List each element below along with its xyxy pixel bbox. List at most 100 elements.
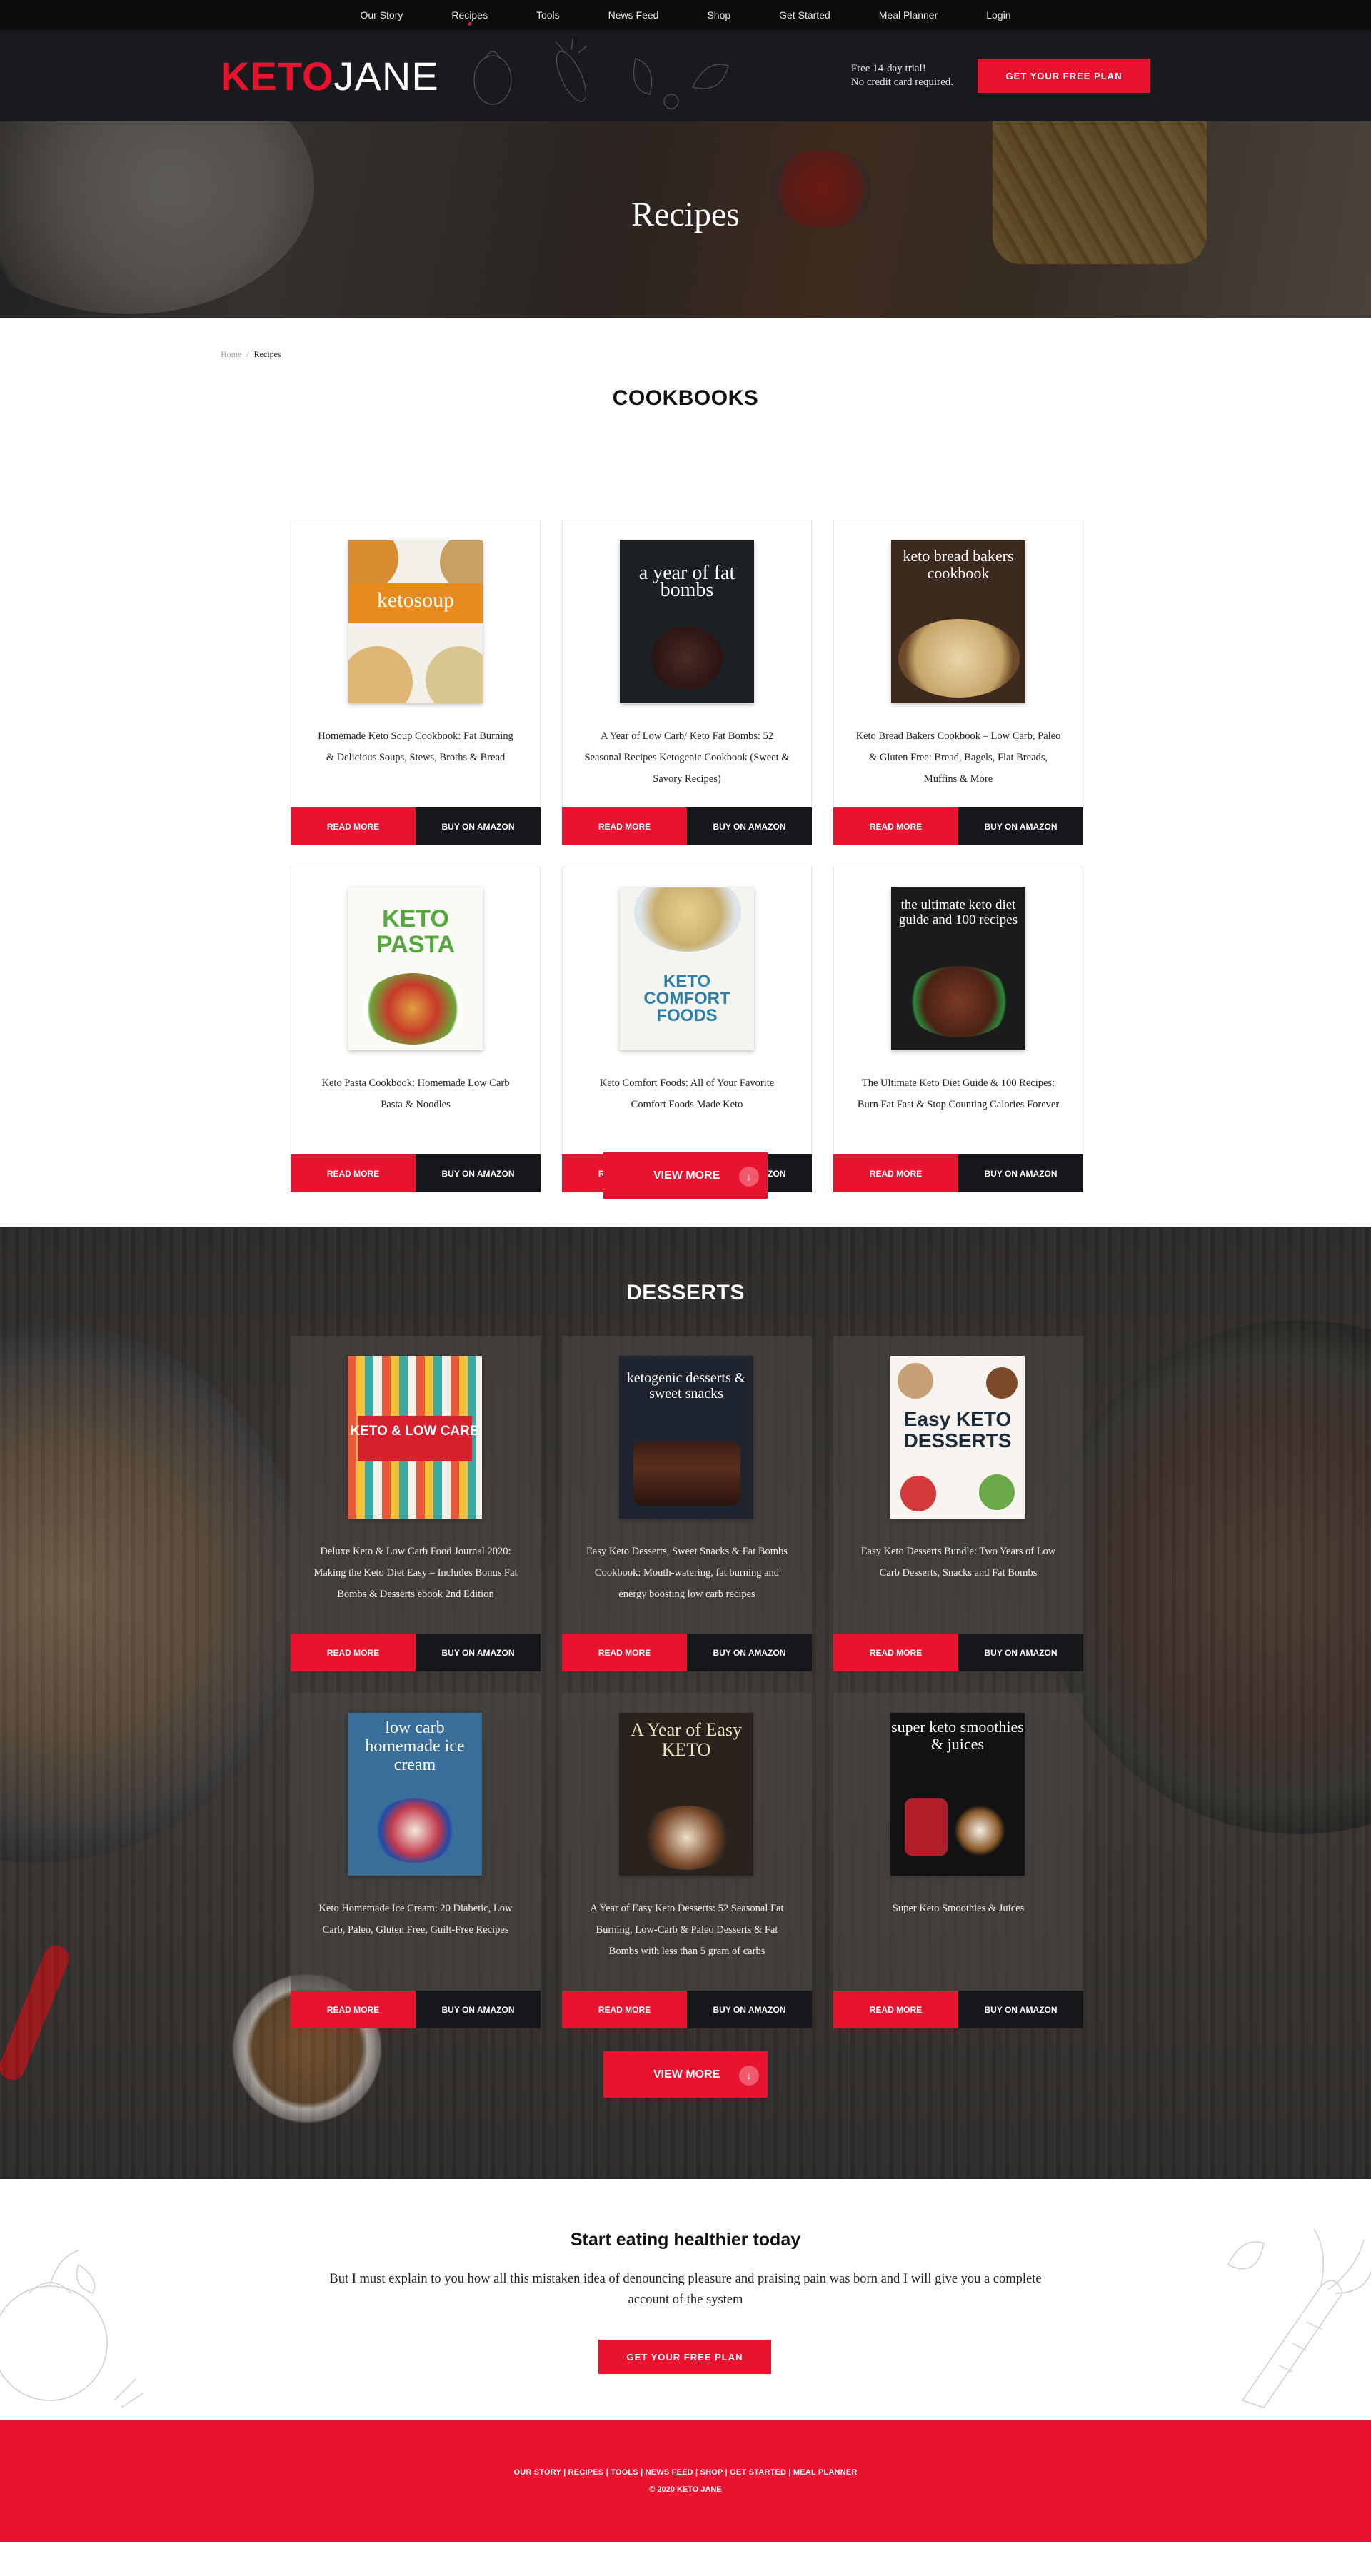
cookbooks-view-more-button[interactable]: VIEW MORE ↓ <box>603 1152 768 1199</box>
book-card: ketogenic desserts & sweet snacks Easy K… <box>562 1336 812 1671</box>
trial-text: Free 14-day trial! No credit card requir… <box>851 62 953 89</box>
book-cover[interactable]: super keto smoothies & juices <box>890 1713 1025 1876</box>
cover-text: ketosoup <box>376 588 455 612</box>
book-cover[interactable]: keto bread bakers cookbook <box>891 540 1025 703</box>
book-card: low carb homemade ice cream Keto Homemad… <box>291 1693 541 2028</box>
cover-text: A Year of Easy KETO <box>631 1719 742 1760</box>
cta-body: But I must explain to you how all this m… <box>329 2272 1042 2307</box>
read-more-button[interactable]: READ MORE <box>291 1991 416 2028</box>
read-more-button[interactable]: READ MORE <box>562 807 687 845</box>
read-more-button[interactable]: READ MORE <box>833 1991 958 2028</box>
book-cover[interactable]: low carb homemade ice cream <box>348 1713 482 1876</box>
book-title: The Ultimate Keto Diet Guide & 100 Recip… <box>857 1077 1060 1110</box>
desserts-title: DESSERTS <box>626 1281 745 1304</box>
buy-on-amazon-button[interactable]: BUY ON AMAZON <box>687 1991 812 2028</box>
read-more-button[interactable]: READ MORE <box>291 807 416 845</box>
logo-jane: JANE <box>333 53 439 99</box>
nav-tools[interactable]: Tools <box>512 9 584 21</box>
book-actions: READ MORE BUY ON AMAZON <box>291 807 541 845</box>
nav-get-started[interactable]: Get Started <box>755 9 855 21</box>
read-more-button[interactable]: READ MORE <box>291 1634 416 1671</box>
cover-text: KETO COMFORT FOODS <box>643 972 730 1025</box>
book-cover[interactable]: ketosoup <box>348 540 483 703</box>
nav-shop[interactable]: Shop <box>683 9 755 21</box>
cta-get-free-plan-button[interactable]: GET YOUR FREE PLAN <box>598 2340 771 2374</box>
nav-our-story[interactable]: Our Story <box>336 9 427 21</box>
top-nav: Our Story Recipes Tools News Feed Shop G… <box>0 0 1371 30</box>
trial-line-1: Free 14-day trial! <box>850 63 926 74</box>
cover-text: the ultimate keto diet guide and 100 rec… <box>898 897 1018 927</box>
cta-section: Start eating healthier today But I must … <box>0 2179 1371 2420</box>
buy-on-amazon-button[interactable]: BUY ON AMAZON <box>687 1634 812 1671</box>
logo-keto: KETO <box>221 53 334 99</box>
buy-on-amazon-button[interactable]: BUY ON AMAZON <box>416 1634 541 1671</box>
breadcrumb-separator: / <box>246 349 249 359</box>
nav-meal-planner[interactable]: Meal Planner <box>855 9 963 21</box>
arrow-down-icon: ↓ <box>739 2066 759 2086</box>
book-card: KETO COMFORT FOODS Keto Comfort Foods: A… <box>562 867 812 1192</box>
view-more-label: VIEW MORE <box>653 1169 720 1182</box>
book-cover[interactable]: a year of fat bombs <box>620 540 754 703</box>
arrow-down-icon: ↓ <box>739 1167 759 1187</box>
buy-on-amazon-button[interactable]: BUY ON AMAZON <box>958 1154 1083 1192</box>
read-more-button[interactable]: READ MORE <box>562 1991 687 2028</box>
view-more-label: VIEW MORE <box>653 2068 720 2081</box>
buy-on-amazon-button[interactable]: BUY ON AMAZON <box>958 807 1083 845</box>
buy-on-amazon-button[interactable]: BUY ON AMAZON <box>958 1991 1083 2028</box>
book-actions: READ MORE BUY ON AMAZON <box>291 1991 541 2028</box>
read-more-button[interactable]: READ MORE <box>833 807 958 845</box>
book-actions: READ MORE BUY ON AMAZON <box>562 807 812 845</box>
book-cover[interactable]: ketogenic desserts & sweet snacks <box>619 1356 753 1519</box>
nav-news-feed[interactable]: News Feed <box>584 9 683 21</box>
book-title: Deluxe Keto & Low Carb Food Journal 2020… <box>313 1546 518 1600</box>
cookbooks-title: COOKBOOKS <box>612 386 759 410</box>
get-free-plan-button[interactable]: GET YOUR FREE PLAN <box>978 59 1150 93</box>
book-actions: READ MORE BUY ON AMAZON <box>562 1991 812 2028</box>
desserts-view-more-button[interactable]: VIEW MORE ↓ <box>603 2051 768 2098</box>
book-title: Keto Homemade Ice Cream: 20 Diabetic, Lo… <box>318 1903 513 1936</box>
breadcrumb: Home / Recipes <box>0 318 1371 386</box>
cover-text: keto bread bakers cookbook <box>903 547 1014 582</box>
book-cover[interactable]: the ultimate keto diet guide and 100 rec… <box>891 887 1025 1050</box>
book-card: super keto smoothies & juices Super Keto… <box>833 1693 1083 2028</box>
site-footer: OUR STORY | RECIPES | TOOLS | NEWS FEED … <box>0 2420 1371 2542</box>
book-title: Super Keto Smoothies & Juices <box>892 1903 1025 1914</box>
book-cover[interactable]: KETO COMFORT FOODS <box>620 887 754 1050</box>
cover-text: KETO PASTA <box>376 905 456 958</box>
book-card: a year of fat bombs A Year of Low Carb/ … <box>562 520 812 845</box>
book-title: Keto Comfort Foods: All of Your Favorite… <box>599 1077 775 1110</box>
desserts-section: DESSERTS KETO & LOW CARB Deluxe Keto & L… <box>0 1227 1371 2179</box>
breadcrumb-current: Recipes <box>253 349 281 359</box>
book-card: KETO PASTA Keto Pasta Cookbook: Homemade… <box>291 867 541 1192</box>
buy-on-amazon-button[interactable]: BUY ON AMAZON <box>416 1991 541 2028</box>
buy-on-amazon-button[interactable]: BUY ON AMAZON <box>687 807 812 845</box>
read-more-button[interactable]: READ MORE <box>833 1634 958 1671</box>
book-title: Homemade Keto Soup Cookbook: Fat Burning… <box>318 730 513 763</box>
site-logo[interactable]: KETOJANE <box>221 53 439 99</box>
cta-title: Start eating healthier today <box>570 2230 801 2250</box>
page-title: Recipes <box>631 196 740 233</box>
read-more-button[interactable]: READ MORE <box>562 1634 687 1671</box>
book-card: the ultimate keto diet guide and 100 rec… <box>833 867 1083 1192</box>
book-cover[interactable]: A Year of Easy KETO <box>619 1713 753 1876</box>
book-cover[interactable]: Easy KETO DESSERTS <box>890 1356 1025 1519</box>
cover-text: a year of fat bombs <box>638 562 735 601</box>
book-cover[interactable]: KETO PASTA <box>348 887 483 1050</box>
nav-login[interactable]: Login <box>962 9 1035 21</box>
read-more-button[interactable]: READ MORE <box>291 1154 416 1192</box>
read-more-button[interactable]: READ MORE <box>833 1154 958 1192</box>
book-card: KETO & LOW CARB Deluxe Keto & Low Carb F… <box>291 1336 541 1671</box>
book-card: Easy KETO DESSERTS Easy Keto Desserts Bu… <box>833 1336 1083 1671</box>
book-actions: READ MORE BUY ON AMAZON <box>833 1154 1083 1192</box>
book-actions: READ MORE BUY ON AMAZON <box>562 1634 812 1671</box>
buy-on-amazon-button[interactable]: BUY ON AMAZON <box>958 1634 1083 1671</box>
buy-on-amazon-button[interactable]: BUY ON AMAZON <box>416 807 541 845</box>
book-cover[interactable]: KETO & LOW CARB <box>348 1356 482 1519</box>
buy-on-amazon-button[interactable]: BUY ON AMAZON <box>416 1154 541 1192</box>
footer-links[interactable]: OUR STORY | RECIPES | TOOLS | NEWS FEED … <box>0 2468 1371 2477</box>
breadcrumb-home[interactable]: Home <box>221 349 241 359</box>
carrot-sketch-decoration <box>1227 2228 1371 2408</box>
book-actions: READ MORE BUY ON AMAZON <box>833 1634 1083 1671</box>
book-actions: READ MORE BUY ON AMAZON <box>291 1634 541 1671</box>
nav-recipes[interactable]: Recipes <box>427 9 512 21</box>
